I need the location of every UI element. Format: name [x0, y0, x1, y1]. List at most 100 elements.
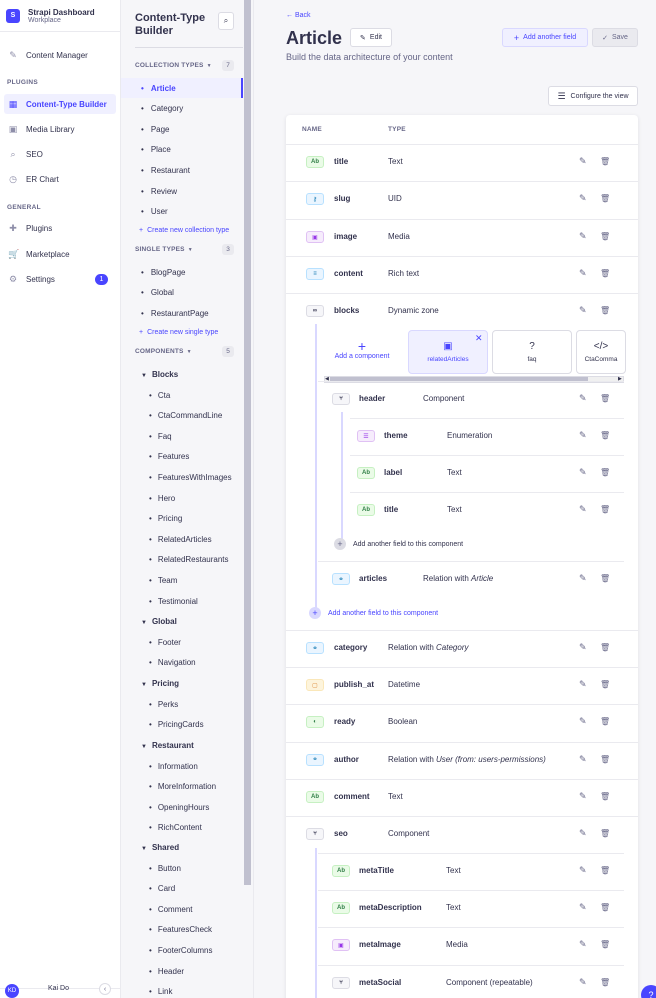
save-button[interactable]: ✓ Save [592, 28, 638, 47]
add-field-to-blocks-component[interactable]: + Add another field to this component [309, 607, 438, 619]
subnav-item-place[interactable]: • Place [121, 140, 243, 160]
component-item[interactable]: • Hero [149, 494, 175, 503]
component-group-shared[interactable]: ▼ Shared [141, 843, 179, 852]
delete-field-trash-icon[interactable]: 🗑 [600, 306, 610, 315]
edit-field-pencil-icon[interactable]: ✎ [579, 231, 587, 242]
component-item[interactable]: • Perks [149, 700, 178, 709]
nav-media-library[interactable]: ▣ Media Library [4, 119, 116, 139]
delete-field-trash-icon[interactable]: 🗑 [600, 468, 610, 477]
nav-marketplace[interactable]: 🛒 Marketplace [4, 244, 116, 264]
subnav-item-global[interactable]: • Global [121, 283, 243, 303]
delete-field-trash-icon[interactable]: 🗑 [600, 574, 610, 583]
brand[interactable]: S Strapi Dashboard Workplace [0, 0, 120, 32]
subnav-item-restaurantpage[interactable]: • RestaurantPage [121, 303, 243, 323]
create-link[interactable]: + Create new collection type [139, 227, 229, 234]
dynamic-zone-component-tab[interactable]: ? faq [492, 330, 572, 374]
edit-field-pencil-icon[interactable]: ✎ [579, 193, 587, 204]
delete-field-trash-icon[interactable]: 🗑 [600, 194, 610, 203]
component-item[interactable]: • Features [149, 452, 189, 461]
component-group-blocks[interactable]: ▼ Blocks [141, 370, 178, 379]
component-item[interactable]: • Footer [149, 638, 181, 647]
delete-field-trash-icon[interactable]: 🗑 [600, 866, 610, 875]
component-item[interactable]: • Card [149, 884, 175, 893]
subnav-item-restaurant[interactable]: • Restaurant [121, 160, 243, 180]
nav-plugins[interactable]: ✚ Plugins [4, 218, 116, 238]
delete-field-trash-icon[interactable]: 🗑 [600, 717, 610, 726]
edit-field-pencil-icon[interactable]: ✎ [579, 504, 587, 515]
component-item[interactable]: • OpeningHours [149, 803, 209, 812]
component-item[interactable]: • Team [149, 576, 177, 585]
delete-field-trash-icon[interactable]: 🗑 [600, 978, 610, 987]
component-item[interactable]: • RichContent [149, 823, 202, 832]
edit-field-pencil-icon[interactable]: ✎ [579, 977, 587, 988]
component-item[interactable]: • Testimonial [149, 597, 198, 606]
section-header[interactable]: SINGLE TYPES ▼ [135, 246, 193, 253]
edit-field-pencil-icon[interactable]: ✎ [579, 754, 587, 765]
nav-er-chart[interactable]: ◷ ER Chart [4, 169, 116, 189]
component-item[interactable]: • Navigation [149, 658, 196, 667]
delete-field-trash-icon[interactable]: 🗑 [600, 680, 610, 689]
add-field-to-header-component[interactable]: + Add another field to this component [334, 538, 463, 550]
component-item[interactable]: • RelatedArticles [149, 535, 212, 544]
close-icon[interactable]: ✕ [475, 333, 483, 344]
component-item[interactable]: • FooterColumns [149, 946, 213, 955]
component-item[interactable]: • Button [149, 864, 181, 873]
edit-field-pencil-icon[interactable]: ✎ [579, 573, 587, 584]
component-item[interactable]: • Header [149, 967, 184, 976]
edit-field-pencil-icon[interactable]: ✎ [579, 305, 587, 316]
component-item[interactable]: • Pricing [149, 514, 182, 523]
edit-field-pencil-icon[interactable]: ✎ [579, 679, 587, 690]
component-item[interactable]: • FeaturesCheck [149, 925, 212, 934]
delete-field-trash-icon[interactable]: 🗑 [600, 431, 610, 440]
component-item[interactable]: • Link [149, 987, 173, 996]
collapse-nav-button[interactable]: ‹ [99, 983, 111, 995]
nav-content-manager[interactable]: ✎ Content Manager [4, 45, 116, 65]
subnav-item-review[interactable]: • Review [121, 181, 243, 201]
add-component-button[interactable]: + Add a component [331, 339, 393, 360]
edit-field-pencil-icon[interactable]: ✎ [579, 642, 587, 653]
edit-field-pencil-icon[interactable]: ✎ [579, 902, 587, 913]
component-item[interactable]: • CtaCommandLine [149, 411, 222, 420]
edit-field-pencil-icon[interactable]: ✎ [579, 791, 587, 802]
edit-field-pencil-icon[interactable]: ✎ [579, 268, 587, 279]
edit-field-pencil-icon[interactable]: ✎ [579, 467, 587, 478]
component-item[interactable]: • Information [149, 762, 198, 771]
edit-field-pencil-icon[interactable]: ✎ [579, 716, 587, 727]
component-group-global[interactable]: ▼ Global [141, 617, 177, 626]
subnav-search-button[interactable]: ⌕ [218, 12, 234, 30]
delete-field-trash-icon[interactable]: 🗑 [600, 505, 610, 514]
delete-field-trash-icon[interactable]: 🗑 [600, 269, 610, 278]
component-item[interactable]: • MoreInformation [149, 782, 216, 791]
component-group-pricing[interactable]: ▼ Pricing [141, 679, 179, 688]
subnav-item-article[interactable]: • Article [121, 78, 243, 98]
configure-view-button[interactable]: ☰ Configure the view [548, 86, 638, 106]
create-link[interactable]: + Create new single type [139, 329, 218, 336]
delete-field-trash-icon[interactable]: 🗑 [600, 755, 610, 764]
avatar[interactable]: KD [5, 984, 19, 998]
delete-field-trash-icon[interactable]: 🗑 [600, 829, 610, 838]
edit-field-pencil-icon[interactable]: ✎ [579, 430, 587, 441]
delete-field-trash-icon[interactable]: 🗑 [600, 792, 610, 801]
delete-field-trash-icon[interactable]: 🗑 [600, 643, 610, 652]
edit-field-pencil-icon[interactable]: ✎ [579, 865, 587, 876]
component-group-restaurant[interactable]: ▼ Restaurant [141, 741, 194, 750]
subnav-item-page[interactable]: • Page [121, 119, 243, 139]
component-item[interactable]: • Cta [149, 391, 170, 400]
subnav-item-blogpage[interactable]: • BlogPage [121, 262, 243, 282]
component-item[interactable]: • Faq [149, 432, 172, 441]
dynamic-zone-component-tab[interactable]: </> CtaComma [576, 330, 626, 374]
edit-field-pencil-icon[interactable]: ✎ [579, 939, 587, 950]
back-link[interactable]: ← Back [286, 12, 311, 19]
delete-field-trash-icon[interactable]: 🗑 [600, 232, 610, 241]
edit-field-pencil-icon[interactable]: ✎ [579, 393, 587, 404]
delete-field-trash-icon[interactable]: 🗑 [600, 903, 610, 912]
section-header[interactable]: COMPONENTS ▼ [135, 348, 192, 355]
nav-settings[interactable]: ⚙ Settings 1 [4, 269, 116, 289]
nav-content-type-builder[interactable]: ▦ Content-Type Builder [4, 94, 116, 114]
edit-field-pencil-icon[interactable]: ✎ [579, 156, 587, 167]
delete-field-trash-icon[interactable]: 🗑 [600, 157, 610, 166]
help-icon[interactable]: ? [641, 985, 656, 998]
edit-field-pencil-icon[interactable]: ✎ [579, 828, 587, 839]
subnav-item-user[interactable]: • User [121, 202, 243, 222]
edit-button[interactable]: ✎ Edit [350, 28, 392, 47]
